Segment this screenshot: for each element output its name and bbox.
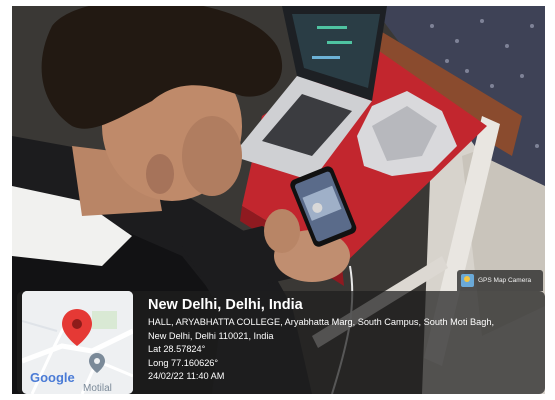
timestamp-value: 24/02/22 11:40 AM [148,371,225,381]
longitude-value: Long 77.160626° [148,357,219,368]
city-title: New Delhi, Delhi, India [148,297,303,313]
geotagged-photo: GPS Map Camera Google Motilal New Delhi,… [0,0,555,400]
map-thumbnail: Google Motilal [22,291,133,394]
gps-map-camera-logo-icon [461,274,474,287]
google-logo: Google [30,370,75,385]
gps-map-camera-badge: GPS Map Camera [457,270,543,291]
address-line-1: HALL, ARYABHATTA COLLEGE, Aryabhatta Mar… [148,317,495,327]
address-line-2: New Delhi, Delhi 110021, India [148,330,274,341]
latitude-value: Lat 28.57824° [148,344,206,354]
map-place-label: Motilal [83,383,112,394]
gps-map-camera-label: GPS Map Camera [478,277,532,284]
location-details: New Delhi, Delhi, India HALL, ARYABHATTA… [148,296,543,384]
